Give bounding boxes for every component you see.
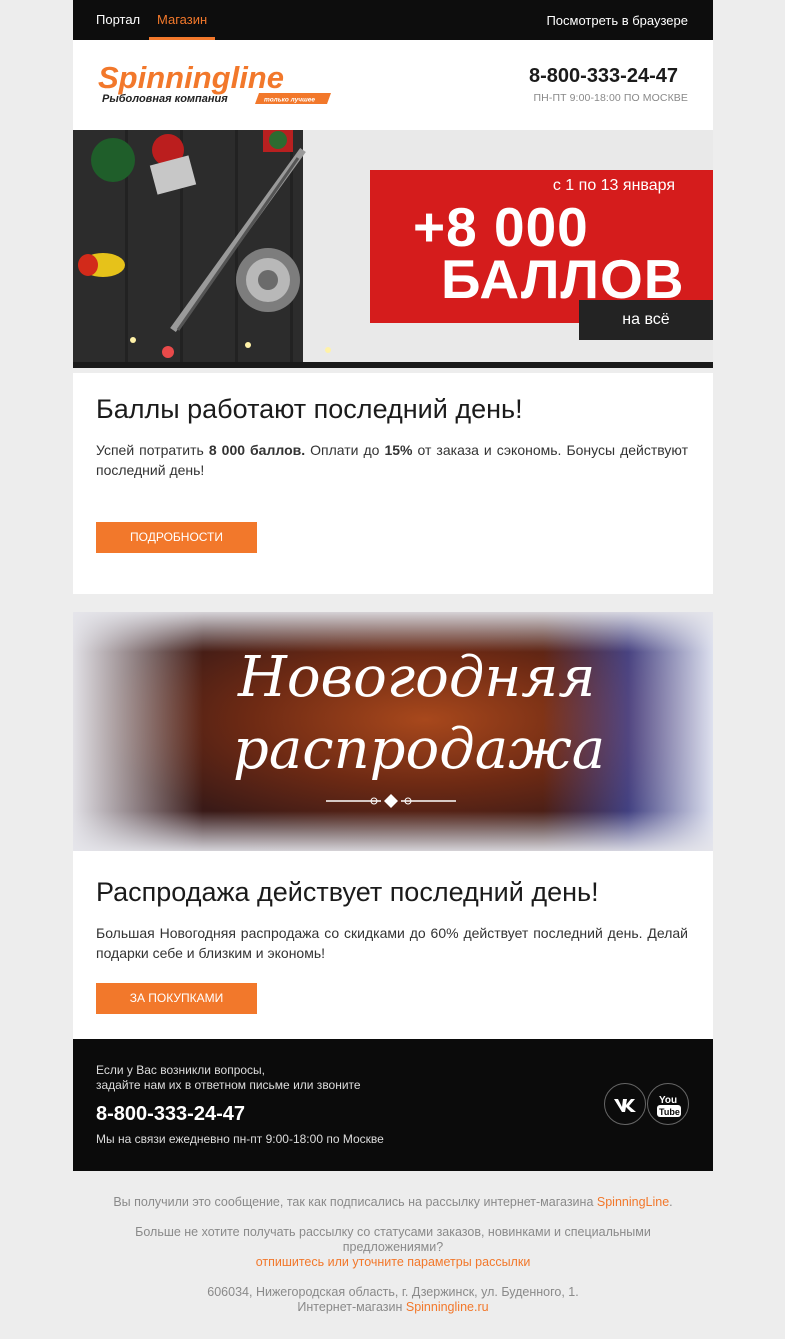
nav-link-portal[interactable]: Портал — [96, 12, 140, 27]
logo-wordmark: Spinningline — [98, 61, 284, 95]
address-block: 606034, Нижегородская область, г. Дзержи… — [73, 1285, 713, 1315]
spinningline-link[interactable]: SpinningLine — [597, 1195, 669, 1209]
footer-hours: Мы на связи ежедневно пн-пт 9:00-18:00 п… — [96, 1132, 384, 1146]
spinningline-logo[interactable]: Spinningline Рыболовная компания только … — [96, 61, 332, 105]
banner-divider — [73, 362, 713, 368]
footer-questions: Если у Вас возникли вопросы, задайте нам… — [96, 1063, 361, 1093]
vk-icon[interactable] — [604, 1083, 646, 1125]
banner-frost-bottom — [73, 811, 713, 851]
points-text-amount: 8 000 баллов. — [208, 442, 306, 458]
banner-points-word: БАЛЛОВ — [441, 248, 685, 310]
banner-date: с 1 по 13 января — [552, 177, 675, 194]
header-phone[interactable]: 8-800-333-24-47 — [529, 65, 678, 88]
shop-now-button[interactable]: ЗА ПОКУПКАМИ — [96, 983, 257, 1014]
view-in-browser-link[interactable]: Посмотреть в браузере — [546, 13, 688, 28]
contact-footer: Если у Вас возникли вопросы, задайте нам… — [73, 1039, 713, 1171]
subscription-notice: Вы получили это сообщение, так как подпи… — [73, 1195, 713, 1210]
company-address: 606034, Нижегородская область, г. Дзержи… — [207, 1285, 579, 1299]
svg-text:You: You — [659, 1095, 677, 1106]
points-text: Успей потратить 8 000 баллов. Оплати до … — [96, 440, 688, 480]
sale-banner-line-1: Новогодняя — [238, 645, 596, 710]
bottom-notice: Вы получили это сообщение, так как подпи… — [73, 1190, 713, 1330]
shop-site-link[interactable]: Spinningline.ru — [406, 1300, 489, 1314]
header-hours: ПН-ПТ 9:00-18:00 ПО МОСКВЕ — [533, 92, 688, 104]
sale-banner[interactable]: Новогодняя распродажа — [73, 612, 713, 851]
sale-title: Распродажа действует последний день! — [96, 877, 599, 907]
unsubscribe-text: Больше не хотите получать рассылку со ст… — [135, 1225, 651, 1254]
points-title: Баллы работают последний день! — [96, 394, 523, 424]
top-nav: Портал Магазин Посмотреть в браузере — [73, 0, 713, 40]
banner-tag: на всё — [579, 300, 713, 340]
points-text-part-1: Успей потратить — [96, 442, 209, 458]
youtube-icon[interactable]: You Tube — [647, 1083, 689, 1125]
footer-phone[interactable]: 8-800-333-24-47 — [96, 1103, 245, 1126]
points-banner[interactable]: с 1 по 13 января +8 000 БАЛЛОВ на всё — [73, 130, 713, 368]
banner-amount: +8 000 — [413, 196, 589, 258]
sale-banner-line-2: распродажа — [233, 717, 606, 782]
points-text-percent: 15% — [384, 442, 413, 458]
details-button[interactable]: ПОДРОБНОСТИ — [96, 522, 257, 553]
shop-label: Интернет-магазин — [297, 1300, 406, 1314]
logo-tag: только лучшее — [264, 97, 315, 104]
nav-link-shop[interactable]: Магазин — [157, 12, 207, 27]
points-text-part-2: Оплати до — [305, 442, 385, 458]
header: Spinningline Рыболовная компания только … — [73, 40, 713, 130]
subscription-notice-text: Вы получили это сообщение, так как подпи… — [113, 1195, 597, 1209]
svg-text:Tube: Tube — [659, 1107, 680, 1117]
unsubscribe-block: Больше не хотите получать рассылку со ст… — [113, 1225, 673, 1270]
footer-question-line-2: задайте нам их в ответном письме или зво… — [96, 1078, 361, 1092]
subscription-notice-dot: . — [669, 1195, 673, 1209]
ornament-divider-icon — [326, 794, 456, 808]
points-section: Баллы работают последний день! Успей пот… — [73, 373, 713, 594]
unsubscribe-link[interactable]: отпишитесь или уточните параметры рассыл… — [256, 1255, 531, 1269]
sale-section: Распродажа действует последний день! Бол… — [73, 851, 713, 1039]
logo-subtitle: Рыболовная компания — [102, 93, 228, 105]
footer-question-line-1: Если у Вас возникли вопросы, — [96, 1063, 266, 1077]
sale-text: Большая Новогодняя распродажа со скидкам… — [96, 925, 688, 961]
